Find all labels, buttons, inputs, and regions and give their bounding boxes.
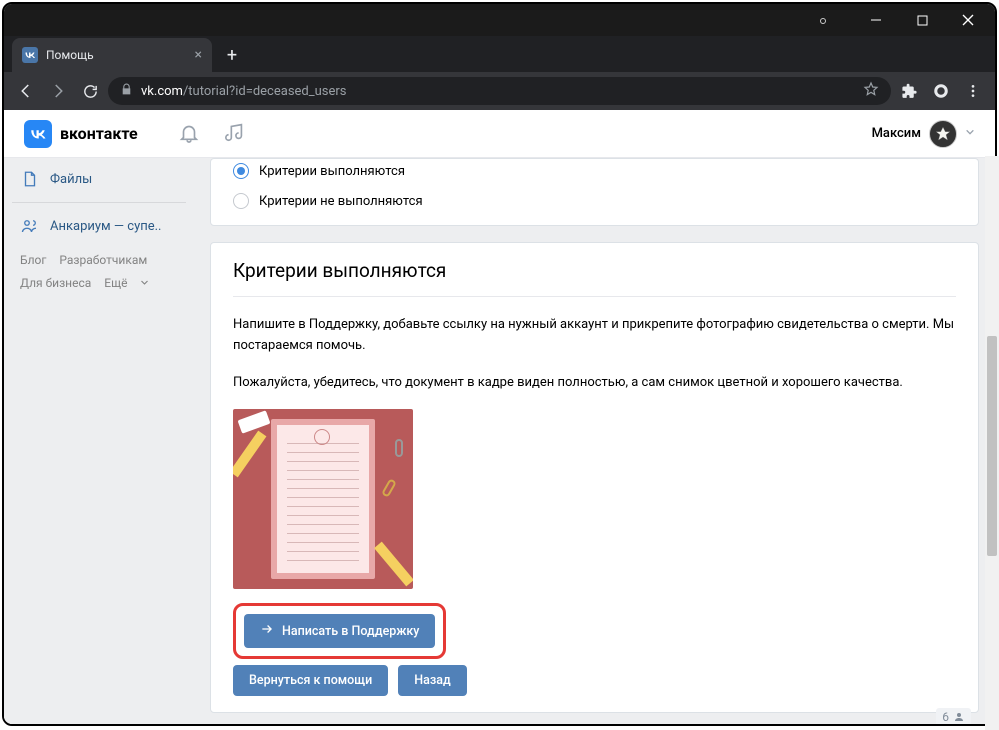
avatar: [929, 120, 957, 148]
incognito-indicator: [820, 18, 826, 24]
sidebar-item-files[interactable]: Файлы: [12, 164, 186, 194]
button-label: Написать в Поддержку: [282, 624, 419, 639]
person-icon: [953, 711, 965, 723]
url-domain: vk.com: [141, 84, 183, 99]
radio-option-criteria-met[interactable]: Критерии выполняются: [233, 159, 956, 189]
views-counter: 6: [936, 708, 971, 726]
radio-checked-icon: [233, 163, 249, 179]
scrollbar[interactable]: [985, 156, 997, 726]
footer-blog[interactable]: Блог: [20, 253, 46, 267]
main-content: Критерии выполняются Критерии не выполня…: [194, 158, 995, 726]
radio-option-criteria-not-met[interactable]: Критерии не выполняются: [233, 189, 956, 209]
back-button[interactable]: [12, 77, 40, 105]
section-title: Критерии выполняются: [233, 259, 956, 297]
username: Максим: [872, 126, 921, 141]
radio-unchecked-icon: [233, 193, 249, 209]
lock-icon: [120, 83, 133, 99]
sidebar-item-label: Анкариум — супе..: [50, 219, 161, 234]
reload-button[interactable]: [76, 77, 104, 105]
radio-label: Критерии не выполняются: [259, 194, 423, 209]
arrow-right-icon: [260, 622, 274, 640]
footer-business[interactable]: Для бизнеса: [20, 276, 91, 290]
back-button-page[interactable]: Назад: [398, 665, 466, 696]
extension-item-icon[interactable]: [927, 77, 955, 105]
sidebar-footer: Блог Разработчикам Для бизнеса Ещё: [12, 241, 186, 303]
content-card: Критерии выполняются Напишите в Поддержк…: [210, 242, 979, 713]
sidebar: Файлы Анкариум — супе.. Блог Разработчик…: [4, 158, 194, 726]
footer-more[interactable]: Ещё: [104, 276, 149, 290]
paragraph-1: Напишите в Поддержку, добавьте ссылку на…: [233, 315, 956, 357]
url-path: /tutorial?id=deceased_users: [183, 84, 347, 99]
radio-label: Критерии выполняются: [259, 164, 405, 179]
extensions-icon[interactable]: [895, 77, 923, 105]
minimize-button[interactable]: [853, 4, 899, 36]
vk-brand-text: вконтакте: [60, 124, 138, 143]
document-example-image: [233, 409, 413, 589]
file-icon: [20, 170, 40, 188]
forward-button[interactable]: [44, 77, 72, 105]
button-label: Назад: [414, 673, 450, 688]
button-label: Вернуться к помощи: [249, 673, 372, 688]
paragraph-2: Пожалуйста, убедитесь, что документ в ка…: [233, 373, 956, 394]
tab-title: Помощь: [46, 48, 94, 62]
write-support-button[interactable]: Написать в Поддержку: [244, 614, 435, 648]
close-window-button[interactable]: [945, 4, 991, 36]
footer-devs[interactable]: Разработчикам: [59, 253, 147, 267]
browser-tabbar: Помощь × +: [4, 36, 995, 72]
chevron-down-icon: [965, 127, 975, 140]
user-menu[interactable]: Максим: [872, 120, 975, 148]
vk-favicon: [22, 47, 38, 63]
sidebar-separator: [12, 202, 186, 203]
window-titlebar: [4, 4, 995, 36]
close-tab-icon[interactable]: ×: [195, 47, 202, 63]
vk-logo[interactable]: вконтакте: [24, 120, 138, 148]
browser-menu-icon[interactable]: [959, 77, 987, 105]
address-bar[interactable]: vk.com/tutorial?id=deceased_users: [108, 77, 891, 105]
scrollbar-thumb[interactable]: [987, 336, 997, 556]
back-to-help-button[interactable]: Вернуться к помощи: [233, 665, 388, 696]
browser-toolbar: vk.com/tutorial?id=deceased_users: [4, 72, 995, 110]
group-icon: [20, 217, 40, 235]
bookmark-icon[interactable]: [863, 81, 879, 101]
maximize-button[interactable]: [899, 4, 945, 36]
sidebar-item-ankarium[interactable]: Анкариум — супе..: [12, 211, 186, 241]
highlight-annotation: Написать в Поддержку: [233, 603, 446, 659]
browser-tab[interactable]: Помощь ×: [12, 38, 212, 72]
sidebar-item-label: Файлы: [50, 172, 92, 187]
vk-header: вконтакте Максим: [4, 110, 995, 158]
new-tab-button[interactable]: +: [218, 41, 246, 69]
notifications-icon[interactable]: [178, 121, 200, 147]
music-icon[interactable]: [224, 121, 246, 147]
radio-card: Критерии выполняются Критерии не выполня…: [210, 158, 979, 226]
